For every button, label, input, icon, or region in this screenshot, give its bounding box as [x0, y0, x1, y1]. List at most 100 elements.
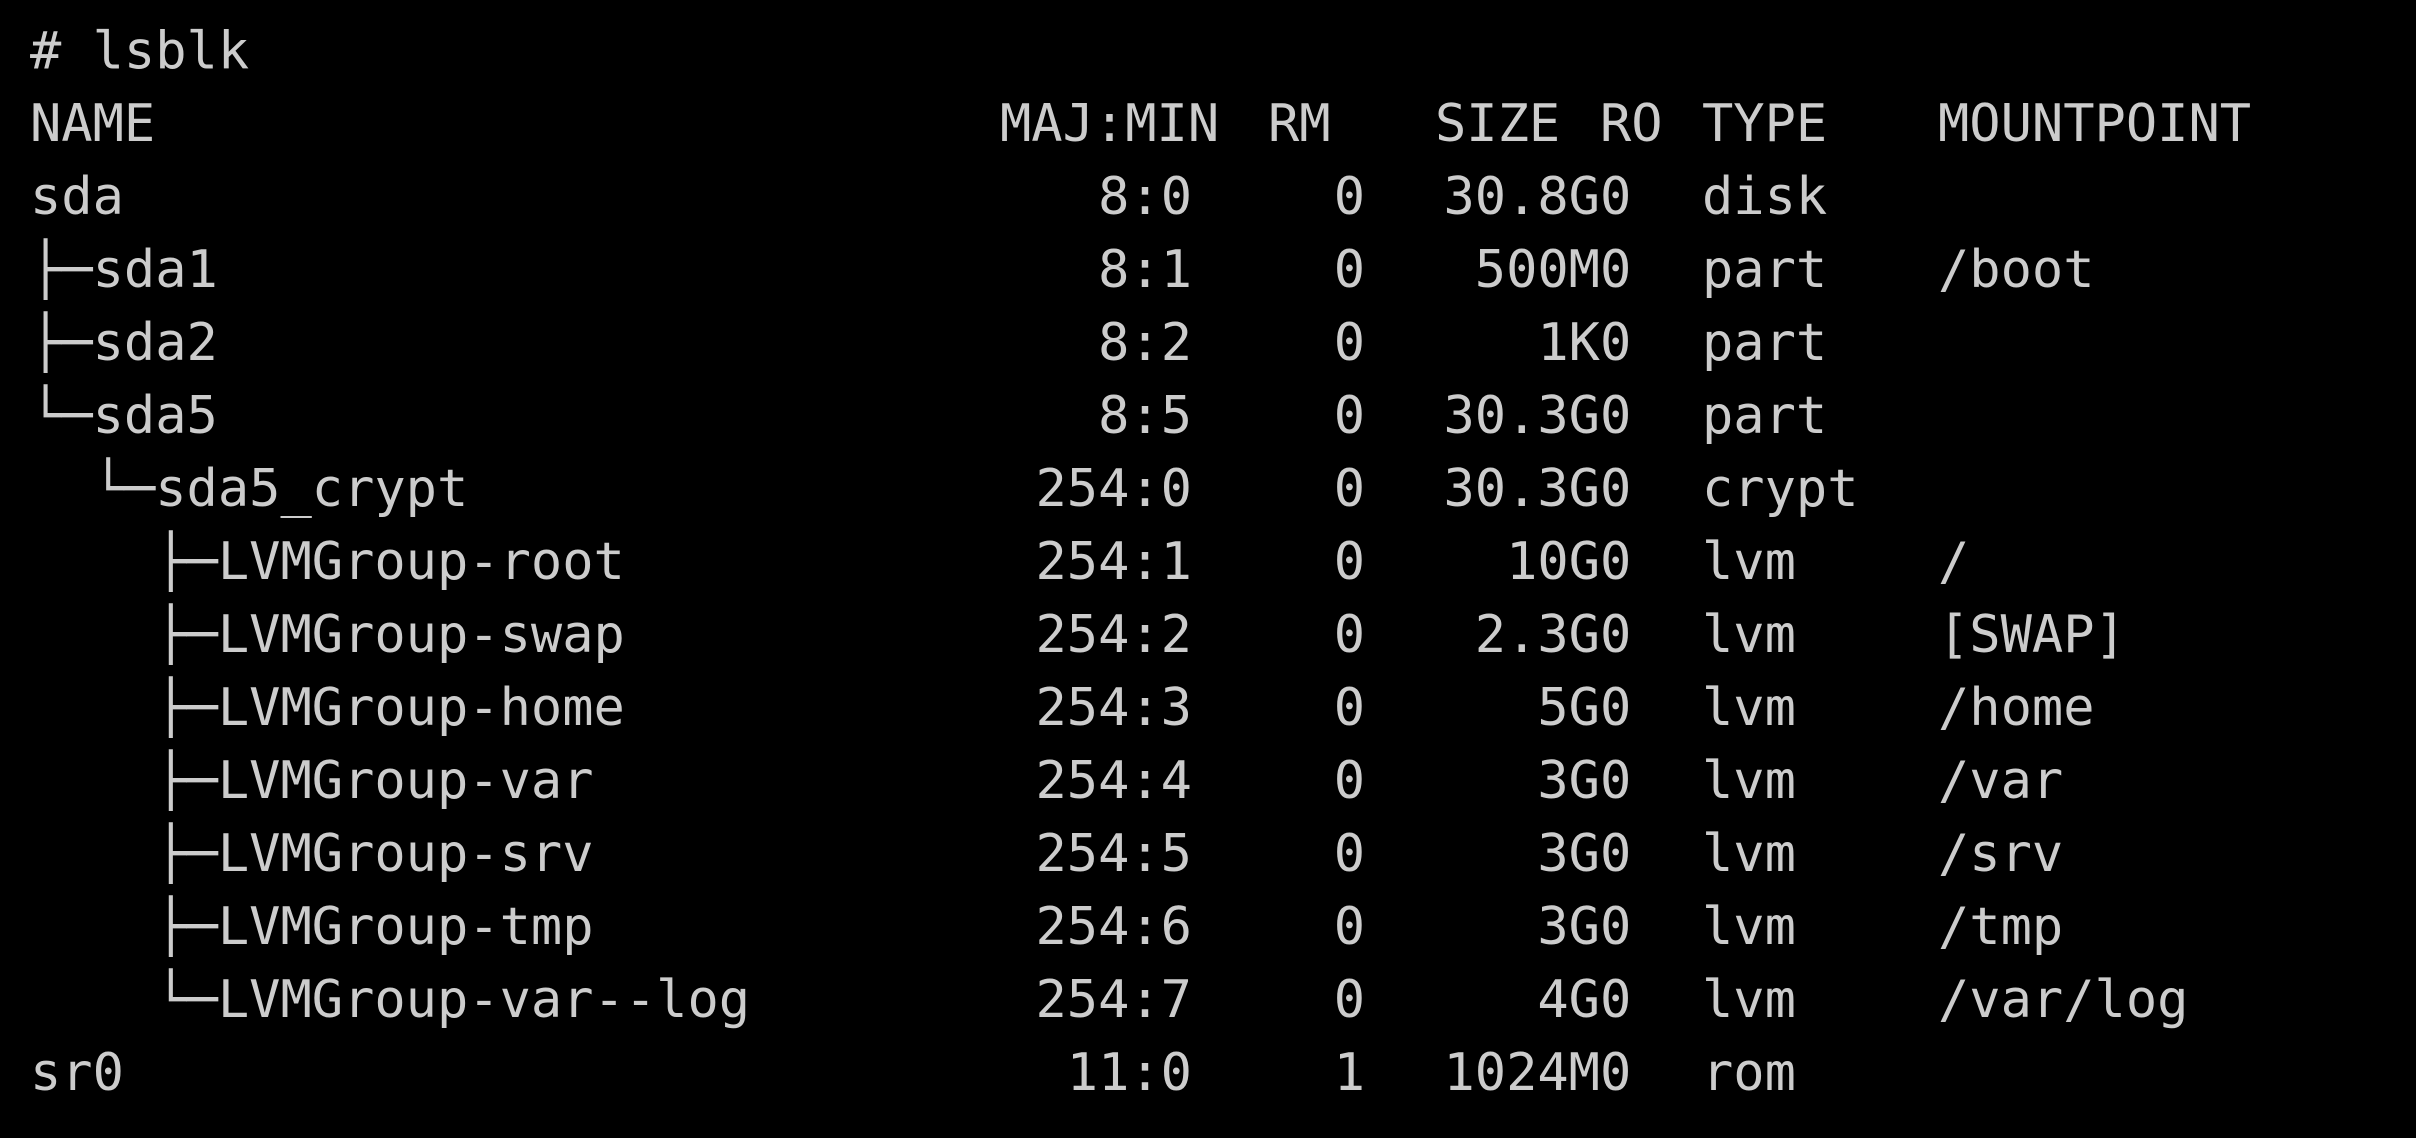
device-ro: 0 [1600, 167, 1632, 227]
device-mountpoint: [SWAP] [1938, 605, 2126, 665]
device-size: 30.8G [1443, 167, 1600, 227]
table-row: ├─LVMGroup-root 254:1 0 10G 0 lvm / [30, 526, 2370, 599]
table-row: └─LVMGroup-var--log 254:7 0 4G 0 lvm/var/log [30, 964, 2370, 1037]
device-majmin: 11:0 [1066, 1043, 1192, 1103]
device-ro: 0 [1600, 605, 1632, 665]
device-majmin: 8:0 [1098, 167, 1192, 227]
device-type: lvm [1702, 605, 1796, 665]
device-type: part [1702, 313, 1828, 373]
device-majmin: 8:2 [1098, 313, 1192, 373]
device-rm: 0 [1333, 605, 1365, 665]
device-mountpoint: /var [1938, 751, 2064, 811]
device-rm: 0 [1333, 459, 1365, 519]
device-rm: 0 [1333, 897, 1365, 957]
device-rows: sda 8:0 0 30.8G 0 disk ├─sda1 8:1 0 500M 0 part/boo… [30, 161, 2370, 1110]
device-size: 30.3G [1443, 386, 1600, 446]
header-type: TYPE [1702, 94, 1828, 154]
table-row: ├─sda1 8:1 0 500M 0 part/boot [30, 234, 2370, 307]
header-row: NAME MAJ:MIN RM SIZE RO TYPE MOUNTPOINT [30, 88, 2370, 161]
table-row: ├─LVMGroup-tmp 254:6 0 3G 0 lvm/tmp [30, 891, 2370, 964]
device-ro: 0 [1600, 824, 1632, 884]
device-type: lvm [1702, 751, 1796, 811]
device-majmin: 254:0 [1035, 459, 1192, 519]
device-name: ├─sda1 [30, 240, 218, 300]
device-ro: 0 [1600, 240, 1632, 300]
header-size: SIZE [1435, 94, 1561, 154]
device-majmin: 254:7 [1035, 970, 1192, 1030]
device-ro: 0 [1600, 897, 1632, 957]
device-rm: 0 [1333, 240, 1365, 300]
device-size: 2.3G [1474, 605, 1600, 665]
device-mountpoint: / [1938, 532, 1970, 592]
lsblk-output: NAME MAJ:MIN RM SIZE RO TYPE MOUNTPOINT … [30, 88, 2370, 1110]
device-name: ├─LVMGroup-swap [30, 605, 625, 665]
table-row: ├─sda2 8:2 0 1K 0 part [30, 307, 2370, 380]
terminal-window[interactable]: # lsblk NAME MAJ:MIN RM SIZE RO TYPE MOU… [0, 0, 2416, 1138]
device-size: 1024M [1443, 1043, 1600, 1103]
device-majmin: 8:5 [1098, 386, 1192, 446]
table-row: sda 8:0 0 30.8G 0 disk [30, 161, 2370, 234]
header-mountpoint: MOUNTPOINT [1938, 94, 2252, 154]
device-type: crypt [1702, 459, 1859, 519]
device-type: lvm [1702, 678, 1796, 738]
device-size: 30.3G [1443, 459, 1600, 519]
device-mountpoint: /home [1938, 678, 2095, 738]
device-name: ├─LVMGroup-home [30, 678, 625, 738]
device-size: 3G [1537, 751, 1600, 811]
device-ro: 0 [1600, 970, 1632, 1030]
device-majmin: 254:2 [1035, 605, 1192, 665]
device-majmin: 8:1 [1098, 240, 1192, 300]
device-size: 10G [1506, 532, 1600, 592]
table-row: sr0 11:0 1 1024M 0 rom [30, 1037, 2370, 1110]
device-mountpoint: /tmp [1938, 897, 2064, 957]
device-name: ├─LVMGroup-srv [30, 824, 594, 884]
table-row: ├─LVMGroup-srv 254:5 0 3G 0 lvm/srv [30, 818, 2370, 891]
device-name: sr0 [30, 1043, 124, 1103]
device-rm: 1 [1333, 1043, 1365, 1103]
device-mountpoint: /var/log [1938, 970, 2189, 1030]
device-size: 5G [1537, 678, 1600, 738]
device-ro: 0 [1600, 532, 1632, 592]
device-name: sda [30, 167, 124, 227]
header-rm: RM [1268, 94, 1331, 154]
device-size: 4G [1537, 970, 1600, 1030]
device-majmin: 254:1 [1035, 532, 1192, 592]
device-name: └─sda5 [30, 386, 218, 446]
device-rm: 0 [1333, 970, 1365, 1030]
device-ro: 0 [1600, 1043, 1632, 1103]
header-name: NAME [30, 94, 156, 154]
device-rm: 0 [1333, 532, 1365, 592]
device-rm: 0 [1333, 751, 1365, 811]
device-type: lvm [1702, 897, 1796, 957]
device-name: ├─LVMGroup-var [30, 751, 594, 811]
device-rm: 0 [1333, 678, 1365, 738]
device-name: ├─sda2 [30, 313, 218, 373]
device-ro: 0 [1600, 678, 1632, 738]
device-size: 500M [1474, 240, 1600, 300]
device-name: ├─LVMGroup-tmp [30, 897, 594, 957]
header-ro: RO [1600, 94, 1663, 154]
device-size: 3G [1537, 897, 1600, 957]
device-ro: 0 [1600, 386, 1632, 446]
device-name: └─LVMGroup-var--log [30, 970, 751, 1030]
device-rm: 0 [1333, 313, 1365, 373]
device-type: part [1702, 240, 1828, 300]
device-ro: 0 [1600, 751, 1632, 811]
table-row: └─sda5_crypt 254:0 0 30.3G 0 crypt [30, 453, 2370, 526]
device-size: 1K [1537, 313, 1600, 373]
device-type: lvm [1702, 970, 1796, 1030]
device-type: lvm [1702, 824, 1796, 884]
device-type: lvm [1702, 532, 1796, 592]
device-rm: 0 [1333, 386, 1365, 446]
table-row: ├─LVMGroup-swap 254:2 0 2.3G 0 lvm [SWAP] [30, 599, 2370, 672]
device-majmin: 254:3 [1035, 678, 1192, 738]
device-type: part [1702, 386, 1828, 446]
table-row: ├─LVMGroup-var 254:4 0 3G 0 lvm/var [30, 745, 2370, 818]
device-rm: 0 [1333, 824, 1365, 884]
device-majmin: 254:4 [1035, 751, 1192, 811]
device-name: └─sda5_crypt [30, 459, 469, 519]
device-majmin: 254:5 [1035, 824, 1192, 884]
device-mountpoint: /srv [1938, 824, 2064, 884]
device-type: rom [1702, 1043, 1796, 1103]
table-row: ├─LVMGroup-home 254:3 0 5G 0 lvm/home [30, 672, 2370, 745]
